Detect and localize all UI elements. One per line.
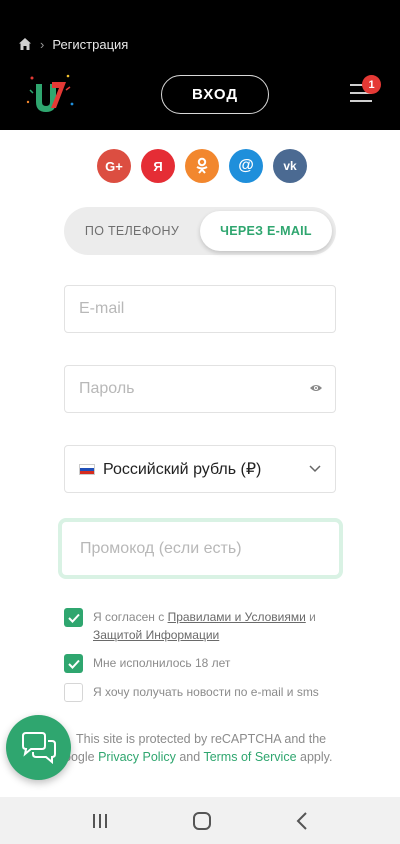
promo-code-field[interactable]: [62, 522, 339, 575]
password-field[interactable]: [65, 366, 335, 412]
notification-badge: 1: [362, 75, 381, 94]
promo-code-wrapper: [58, 518, 343, 579]
google-plus-icon[interactable]: G+: [97, 149, 131, 183]
odnoklassniki-icon[interactable]: [185, 149, 219, 183]
registration-method-toggle: ПО ТЕЛЕФОНУ ЧЕРЕЗ E-MAIL: [64, 207, 336, 255]
site-logo[interactable]: [22, 68, 78, 122]
chat-button[interactable]: [6, 715, 71, 780]
login-button[interactable]: ВХОД: [161, 75, 269, 114]
chat-bubbles-icon: [21, 731, 56, 764]
currency-select[interactable]: Российский рубль (₽): [64, 445, 336, 493]
terms-of-service-link[interactable]: Terms of Service: [203, 750, 296, 764]
newsletter-row: Я хочу получать новости по e-mail и sms: [64, 683, 319, 702]
age-confirm-row: Мне исполнилось 18 лет: [64, 654, 230, 673]
email-field-wrapper: [64, 285, 336, 333]
age-checkbox[interactable]: [64, 654, 83, 673]
status-bar: [0, 0, 400, 28]
breadcrumb-separator: ›: [40, 36, 45, 52]
age-confirm-label: Мне исполнилось 18 лет: [93, 656, 231, 670]
home-nav-icon[interactable]: [192, 811, 212, 831]
privacy-link[interactable]: Защитой Информации: [93, 628, 219, 642]
terms-agreement-row: Я согласен с Правилами и Условиями и Защ…: [64, 608, 336, 644]
recaptcha-notice: This site is protected by reCAPTCHA and …: [64, 732, 333, 764]
android-nav-bar: [0, 797, 400, 844]
back-nav-icon[interactable]: [295, 811, 309, 830]
newsletter-checkbox[interactable]: [64, 683, 83, 702]
terms-checkbox[interactable]: [64, 608, 83, 627]
chevron-down-icon: [309, 465, 321, 473]
tab-by-email[interactable]: ЧЕРЕЗ E-MAIL: [200, 211, 332, 251]
currency-select-value: Российский рубль (₽): [103, 461, 262, 478]
newsletter-label: Я хочу получать новости по e-mail и sms: [93, 685, 319, 699]
russia-flag-icon: [79, 463, 95, 475]
recent-apps-icon[interactable]: [91, 813, 109, 829]
vk-icon[interactable]: vk: [273, 149, 307, 183]
terms-link[interactable]: Правилами и Условиями: [168, 610, 306, 624]
tab-by-phone[interactable]: ПО ТЕЛЕФОНУ: [64, 207, 200, 255]
home-icon[interactable]: [18, 37, 32, 51]
password-field-wrapper: [64, 365, 336, 413]
terms-agreement-text: Я согласен с Правилами и Условиями и Защ…: [93, 610, 316, 642]
show-password-icon[interactable]: [309, 383, 323, 393]
email-field[interactable]: [65, 286, 335, 332]
mail-ru-icon[interactable]: @: [229, 149, 263, 183]
social-login-row: G+ Я @ vk: [97, 149, 307, 183]
breadcrumb: › Регистрация: [0, 28, 400, 60]
yandex-icon[interactable]: Я: [141, 149, 175, 183]
privacy-policy-link[interactable]: Privacy Policy: [98, 750, 176, 764]
breadcrumb-current: Регистрация: [52, 36, 129, 52]
